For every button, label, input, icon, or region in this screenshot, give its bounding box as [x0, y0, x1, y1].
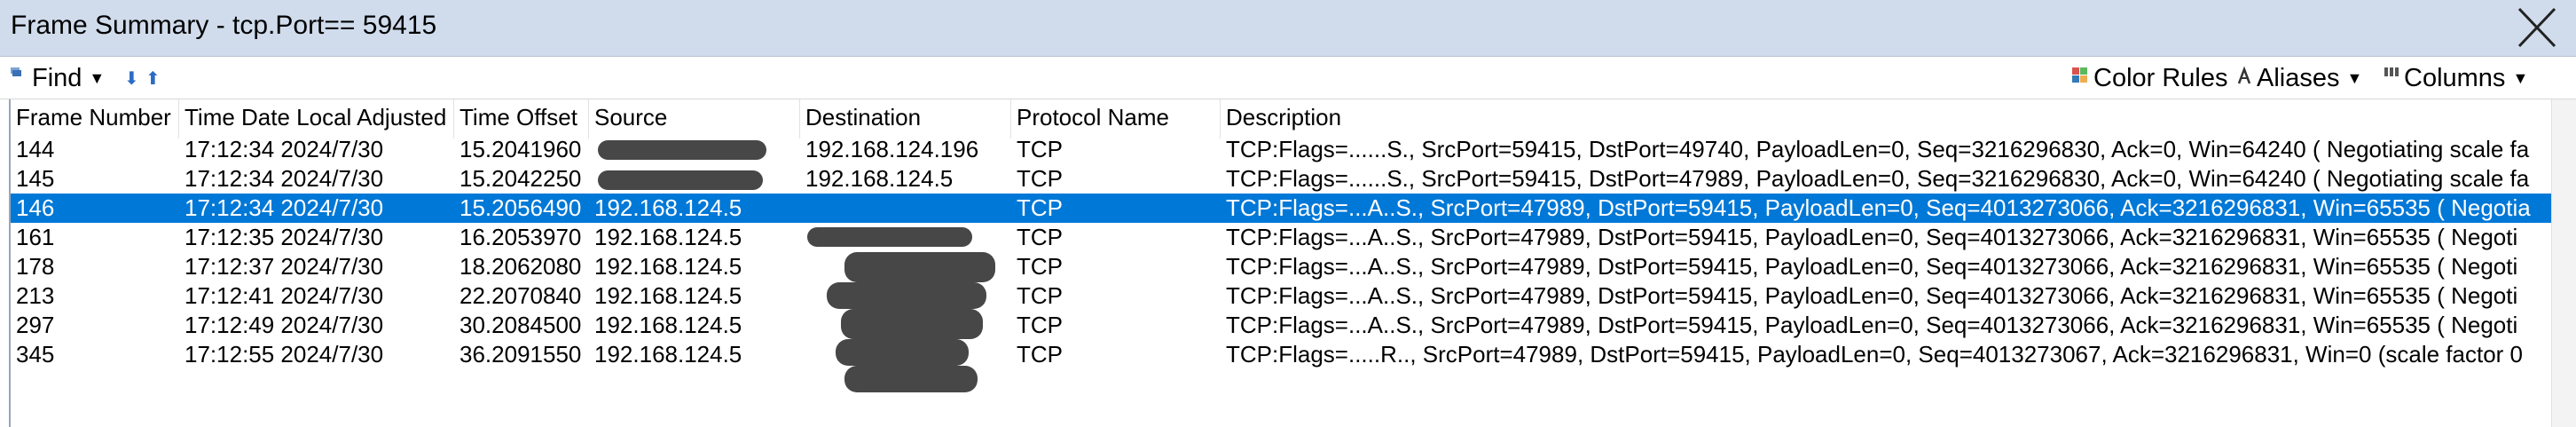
description-cell: TCP:Flags=...A..S., SrcPort=47989, DstPo…: [1226, 224, 2518, 250]
description-cell: TCP:Flags=...A..S., SrcPort=47989, DstPo…: [1226, 253, 2518, 280]
description-cell: TCP:Flags=.....R.., SrcPort=47989, DstPo…: [1226, 341, 2523, 368]
frame-number-cell: 178: [16, 253, 55, 280]
time-offset-cell: 36.2091550: [459, 341, 582, 368]
table-row[interactable]: 145 17:12:34 2024/7/30 15.2042250 192.168.1…: [11, 164, 2553, 194]
frame-summary-table: Frame Number Time Date Local Adjusted Ti…: [9, 99, 2553, 427]
find-label: Find: [32, 63, 82, 92]
table-header: Frame Number Time Date Local Adjusted Ti…: [11, 99, 2553, 138]
vertical-scrollbar[interactable]: [2551, 99, 2576, 427]
chevron-down-icon: ▼: [2512, 68, 2529, 87]
table-row[interactable]: 297 17:12:49 2024/7/30 30.2084500 192.168.1…: [11, 311, 2553, 340]
destination-cell: 192.168.124.5: [805, 165, 954, 192]
protocol-cell: TCP: [1017, 282, 1063, 309]
column-header-time[interactable]: Time Date Local Adjusted: [179, 99, 454, 138]
protocol-cell: TCP: [1017, 165, 1063, 192]
redaction-mark: [598, 140, 766, 160]
redaction-mark: [807, 227, 972, 247]
arrow-down-icon: ⬇: [124, 68, 139, 89]
protocol-cell: TCP: [1017, 224, 1063, 250]
chevron-down-icon: ▼: [89, 68, 106, 87]
find-up-button[interactable]: ⬆: [145, 57, 161, 99]
source-cell: 192.168.124.5: [594, 253, 742, 280]
toolbar: Find ▼ ⬇ ⬆ Color Rules Aliases ▼ Columns…: [0, 57, 2576, 99]
time-cell: 17:12:34 2024/7/30: [185, 194, 384, 221]
find-down-button[interactable]: ⬇: [124, 57, 139, 99]
frame-number-cell: 161: [16, 224, 55, 250]
column-header-time-offset[interactable]: Time Offset: [454, 99, 589, 138]
time-cell: 17:12:55 2024/7/30: [185, 341, 384, 368]
description-cell: TCP:Flags=...A..S., SrcPort=47989, DstPo…: [1226, 282, 2518, 309]
table-row[interactable]: 345 17:12:55 2024/7/30 36.2091550 192.168.1…: [11, 340, 2553, 369]
source-cell: 192.168.124.5: [594, 224, 742, 250]
frame-number-cell: 297: [16, 312, 55, 338]
aliases-icon: [2237, 66, 2251, 84]
redaction-mark: [827, 282, 986, 309]
arrow-up-icon: ⬆: [145, 68, 161, 89]
protocol-cell: TCP: [1017, 312, 1063, 338]
source-cell: 192.168.124.5: [594, 194, 742, 221]
color-rules-icon: [2072, 67, 2087, 83]
close-icon: [2517, 7, 2556, 48]
close-button[interactable]: [2510, 5, 2564, 51]
frame-number-cell: 345: [16, 341, 55, 368]
frame-number-cell: 145: [16, 165, 55, 192]
time-offset-cell: 22.2070840: [459, 282, 582, 309]
protocol-cell: TCP: [1017, 194, 1063, 221]
time-cell: 17:12:37 2024/7/30: [185, 253, 384, 280]
protocol-cell: TCP: [1017, 253, 1063, 280]
aliases-dropdown[interactable]: Aliases ▼: [2235, 57, 2362, 99]
columns-dropdown[interactable]: Columns ▼: [2383, 57, 2528, 99]
color-rules-button[interactable]: Color Rules: [2070, 57, 2228, 99]
time-offset-cell: 15.2056490: [459, 194, 582, 221]
table-row[interactable]: 144 17:12:34 2024/7/30 15.2041960 192.168.1…: [11, 135, 2553, 164]
frame-number-cell: 144: [16, 136, 55, 162]
source-cell: 192.168.124.5: [594, 282, 742, 309]
columns-label: Columns: [2404, 63, 2506, 92]
table-row[interactable]: 178 17:12:37 2024/7/30 18.2062080 192.168.1…: [11, 252, 2553, 281]
time-offset-cell: 18.2062080: [459, 253, 582, 280]
destination-cell: 192.168.124.196: [805, 136, 979, 162]
time-offset-cell: 15.2042250: [459, 165, 582, 192]
time-offset-cell: 15.2041960: [459, 136, 582, 162]
find-icon: [11, 67, 21, 76]
destination-cell: [800, 194, 1011, 223]
aliases-label: Aliases: [2257, 63, 2340, 92]
redaction-mark: [844, 252, 995, 282]
protocol-cell: TCP: [1017, 341, 1063, 368]
time-offset-cell: 16.2053970: [459, 224, 582, 250]
columns-icon: [2384, 67, 2399, 76]
frame-number-cell: 146: [16, 194, 55, 221]
chevron-down-icon: ▼: [2346, 68, 2363, 87]
redaction-mark: [841, 309, 983, 339]
protocol-cell: TCP: [1017, 136, 1063, 162]
redaction-mark: [836, 339, 969, 366]
time-cell: 17:12:49 2024/7/30: [185, 312, 384, 338]
table-row[interactable]: 213 17:12:41 2024/7/30 22.2070840 192.168.1…: [11, 281, 2553, 311]
column-header-protocol[interactable]: Protocol Name: [1011, 99, 1221, 138]
time-cell: 17:12:34 2024/7/30: [185, 165, 384, 192]
title-bar: Frame Summary - tcp.Port== 59415: [0, 0, 2576, 57]
source-cell: 192.168.124.5: [594, 341, 742, 368]
column-header-source[interactable]: Source: [589, 99, 800, 138]
source-cell: 192.168.124.5: [594, 312, 742, 338]
time-cell: 17:12:41 2024/7/30: [185, 282, 384, 309]
column-header-destination[interactable]: Destination: [800, 99, 1011, 138]
table-row[interactable]: 146 17:12:34 2024/7/30 15.2056490 192.168.1…: [11, 194, 2553, 223]
find-dropdown[interactable]: Find ▼: [9, 57, 105, 99]
frame-number-cell: 213: [16, 282, 55, 309]
time-offset-cell: 30.2084500: [459, 312, 582, 338]
description-cell: TCP:Flags=......S., SrcPort=59415, DstPo…: [1226, 136, 2530, 162]
redaction-mark: [844, 366, 978, 392]
column-header-description[interactable]: Description: [1221, 99, 2553, 138]
description-cell: TCP:Flags=......S., SrcPort=59415, DstPo…: [1226, 165, 2530, 192]
time-cell: 17:12:34 2024/7/30: [185, 136, 384, 162]
description-cell: TCP:Flags=...A..S., SrcPort=47989, DstPo…: [1226, 194, 2531, 221]
table-row[interactable]: 161 17:12:35 2024/7/30 16.2053970 192.168.1…: [11, 223, 2553, 252]
column-header-frame-number[interactable]: Frame Number: [11, 99, 179, 138]
description-cell: TCP:Flags=...A..S., SrcPort=47989, DstPo…: [1226, 312, 2518, 338]
window-title: Frame Summary - tcp.Port== 59415: [11, 11, 437, 40]
time-cell: 17:12:35 2024/7/30: [185, 224, 384, 250]
color-rules-label: Color Rules: [2093, 63, 2228, 92]
redaction-mark: [598, 170, 763, 190]
